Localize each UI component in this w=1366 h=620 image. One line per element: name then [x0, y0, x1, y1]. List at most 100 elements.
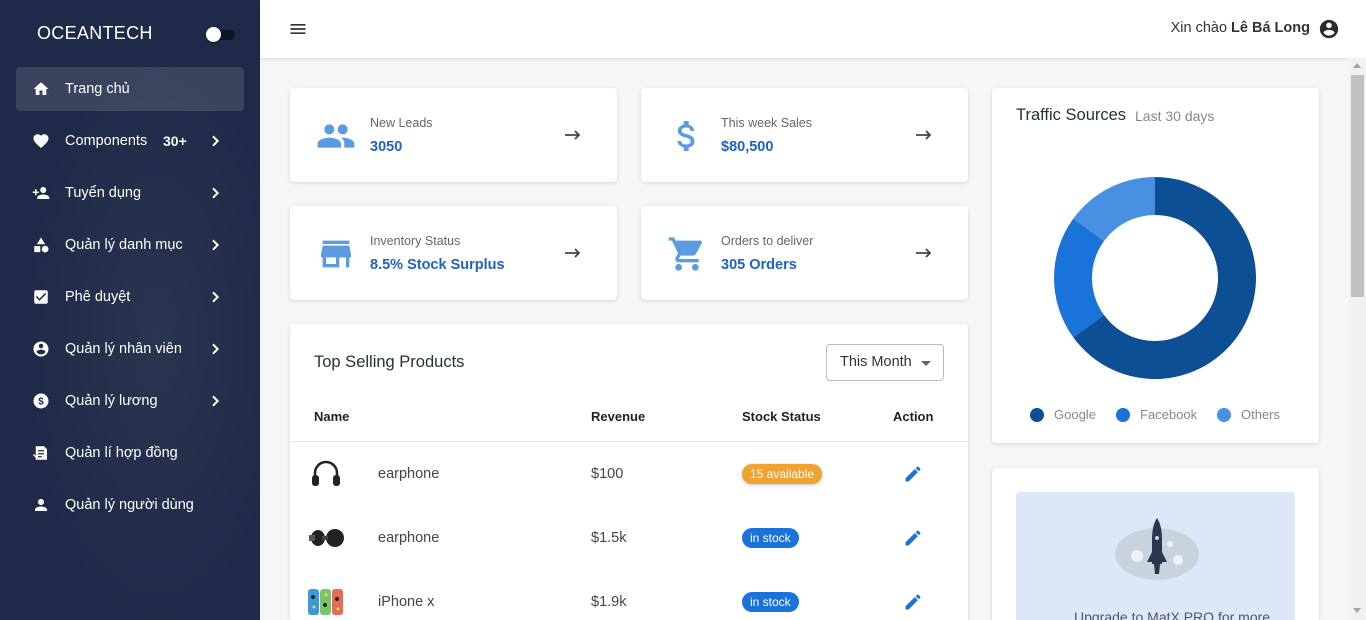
- legend-dot: [1217, 408, 1231, 422]
- toggle-knob: [206, 27, 221, 42]
- sidebar-item-label: Trang chủ: [65, 81, 130, 97]
- sidebar-item-approval[interactable]: Phê duyệt: [16, 275, 244, 319]
- store-icon: [321, 240, 351, 268]
- edit-icon[interactable]: [903, 464, 923, 484]
- sidebar-item-contracts[interactable]: Quản lí hợp đồng: [16, 431, 244, 475]
- sidebar-item-salary[interactable]: $ Quản lý lương: [16, 379, 244, 423]
- checkbox-icon: [34, 290, 48, 304]
- home-icon: [33, 82, 49, 95]
- chevron-right-icon: [212, 395, 220, 407]
- top-selling-card: Top Selling Products This Month Name Rev…: [290, 324, 968, 620]
- product-revenue: $1.9k: [591, 594, 627, 610]
- chevron-right-icon: [212, 135, 220, 147]
- status-badge: 15 available: [742, 464, 823, 484]
- chevron-right-icon: [212, 239, 220, 251]
- sidebar-item-users[interactable]: Quản lý người dùng: [16, 483, 244, 527]
- stat-title: Inventory Status: [370, 234, 461, 248]
- greeting-text: Xin chào: [1170, 20, 1228, 36]
- stat-value: 3050: [370, 139, 403, 155]
- top-bar: Xin chào Lê Bá Long: [260, 0, 1366, 58]
- stat-value: $80,500: [721, 139, 774, 155]
- user-name: Lê Bá Long: [1231, 20, 1310, 36]
- person-icon: [35, 499, 47, 511]
- legend-dot: [1030, 408, 1044, 422]
- legend-label: Google: [1054, 407, 1096, 422]
- contract-icon: [32, 446, 47, 460]
- sidebar-item-label: Quản lý danh mục: [65, 237, 183, 253]
- upgrade-card: Upgrade to MatX PRO for more: [992, 468, 1319, 620]
- status-badge: in stock: [742, 528, 799, 548]
- arrow-right-icon[interactable]: [914, 246, 934, 260]
- sidebar-item-components[interactable]: Components 30+: [16, 119, 244, 163]
- sidebar-item-categories[interactable]: Quản lý danh mục: [16, 223, 244, 267]
- period-select[interactable]: This Month: [826, 344, 944, 381]
- people-icon: [317, 124, 355, 148]
- arrow-right-icon[interactable]: [563, 128, 583, 142]
- donut-slice-facebook: [1054, 218, 1105, 338]
- product-name: earphone: [378, 466, 440, 482]
- stat-value: 305 Orders: [721, 257, 797, 273]
- person-add-icon: [32, 187, 50, 199]
- chevron-right-icon: [212, 291, 220, 303]
- column-header-action: Action: [893, 409, 934, 424]
- arrow-right-icon[interactable]: [914, 128, 934, 142]
- product-name: iPhone x: [378, 594, 435, 610]
- stat-card-orders: Orders to deliver 305 Orders: [641, 206, 968, 300]
- product-revenue: $1.5k: [591, 530, 627, 546]
- upgrade-banner: Upgrade to MatX PRO for more: [1016, 492, 1295, 620]
- svg-text:$: $: [38, 396, 44, 407]
- traffic-sources-card: Traffic Sources Last 30 days Google Face…: [992, 88, 1319, 443]
- chevron-right-icon: [212, 187, 220, 199]
- cart-icon: [668, 237, 703, 271]
- category-icon: [34, 237, 49, 253]
- stat-card-new-leads: New Leads 3050: [290, 88, 617, 182]
- sidebar-nav: Trang chủ Components 30+ Tuyển dụng Quản…: [16, 67, 244, 535]
- sidebar-item-label: Quản lý lương: [65, 393, 158, 409]
- components-count-badge: 30+: [163, 133, 187, 149]
- card-subtitle: Last 30 days: [1135, 108, 1215, 124]
- stat-value: 8.5% Stock Surplus: [370, 257, 505, 273]
- sidebar-item-home[interactable]: Trang chủ: [16, 67, 244, 111]
- stat-title: Orders to deliver: [721, 234, 814, 248]
- traffic-donut-chart: [1054, 177, 1256, 379]
- stat-title: New Leads: [370, 116, 433, 130]
- product-name: earphone: [378, 530, 440, 546]
- greeting: Xin chào Lê Bá Long: [1171, 20, 1310, 36]
- theme-toggle[interactable]: [205, 27, 235, 42]
- sidebar-item-label: Phê duyệt: [65, 289, 131, 305]
- rocket-icon: [1115, 518, 1199, 580]
- phone-cases-icon: [308, 589, 343, 615]
- sidebar-item-recruitment[interactable]: Tuyển dụng: [16, 171, 244, 215]
- legend-label: Facebook: [1140, 407, 1198, 422]
- sidebar: OCEANTECH Trang chủ Components 30+ Tuyển…: [0, 0, 260, 620]
- dollar-icon: [677, 121, 695, 151]
- scrollbar-thumb[interactable]: [1351, 75, 1364, 297]
- sidebar-item-label: Quản lý nhân viên: [65, 341, 182, 357]
- edit-icon[interactable]: [903, 528, 923, 548]
- arrow-right-icon[interactable]: [563, 246, 583, 260]
- earbuds-icon: [309, 529, 344, 547]
- account-circle-icon: [33, 341, 49, 357]
- account-circle-icon[interactable]: [1318, 18, 1340, 40]
- menu-icon[interactable]: [288, 19, 308, 39]
- sidebar-item-label: Tuyển dụng: [65, 185, 142, 201]
- stat-card-inventory: Inventory Status 8.5% Stock Surplus: [290, 206, 617, 300]
- upgrade-text: Upgrade to MatX PRO for more: [1074, 609, 1271, 620]
- edit-icon[interactable]: [903, 592, 923, 612]
- table-row: earphone $100 15 available: [290, 442, 968, 506]
- chevron-right-icon: [212, 343, 220, 355]
- legend-dot: [1116, 408, 1130, 422]
- column-header-stock: Stock Status: [742, 409, 821, 424]
- sidebar-item-label: Quản lí hợp đồng: [65, 445, 178, 461]
- card-title: Top Selling Products: [314, 353, 465, 371]
- sidebar-item-employees[interactable]: Quản lý nhân viên: [16, 327, 244, 371]
- sidebar-item-label: Components: [65, 133, 148, 149]
- column-header-name: Name: [314, 409, 350, 424]
- scroll-up-arrow-icon[interactable]: [1353, 63, 1361, 68]
- column-header-revenue: Revenue: [591, 409, 646, 424]
- period-value: This Month: [840, 354, 912, 370]
- page-scrollbar[interactable]: [1349, 58, 1366, 620]
- stat-card-week-sales: This week Sales $80,500: [641, 88, 968, 182]
- product-revenue: $100: [591, 466, 624, 482]
- scroll-down-arrow-icon[interactable]: [1353, 608, 1361, 613]
